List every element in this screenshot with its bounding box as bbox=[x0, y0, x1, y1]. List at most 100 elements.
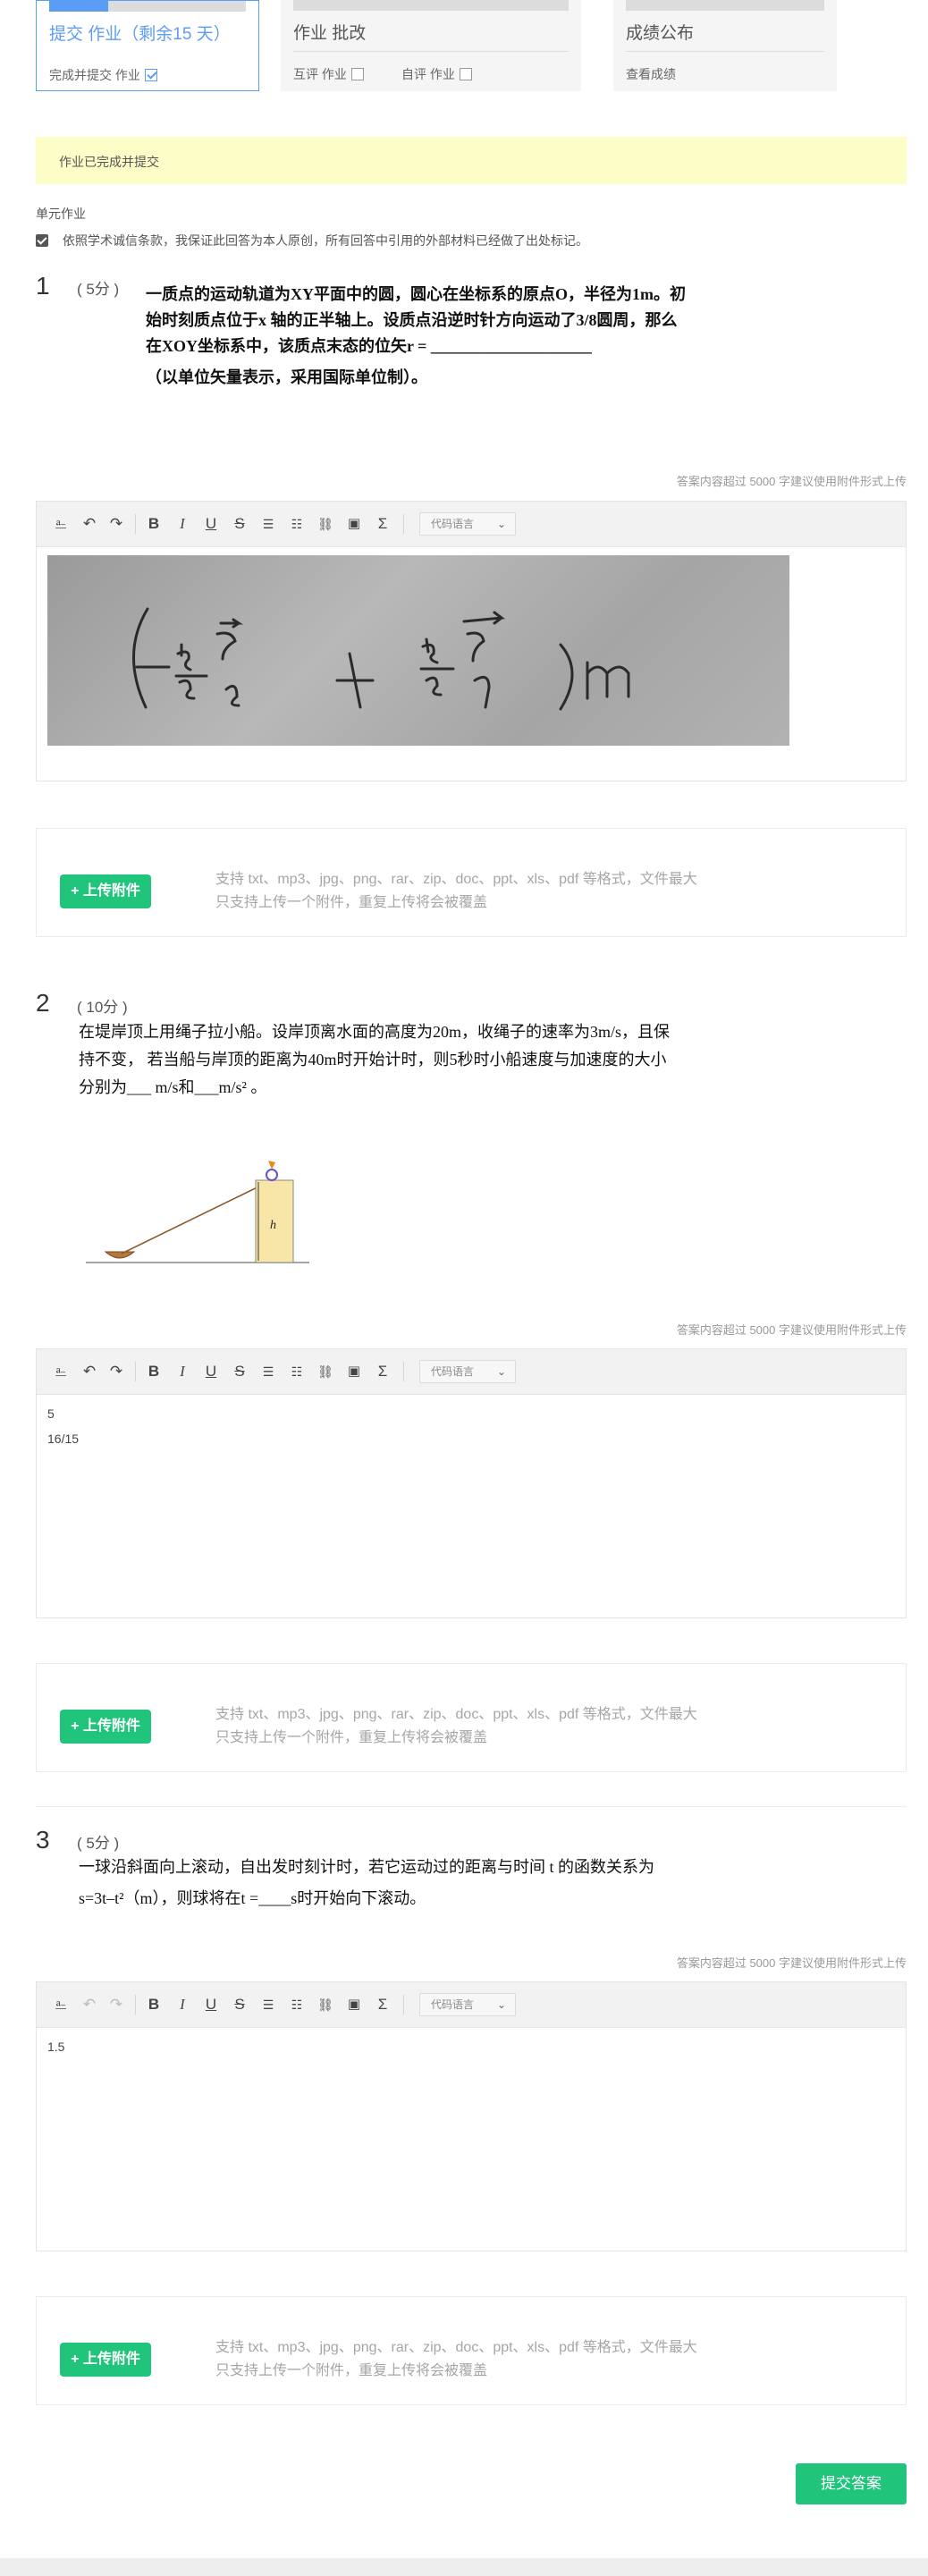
length-hint: 答案内容超过 5000 字建议使用附件形式上传 bbox=[676, 1956, 907, 1970]
question-number: 3 bbox=[36, 1826, 50, 1854]
toolbar-divider bbox=[135, 1995, 136, 2014]
editor-toolbar: ⎁ ↶ ↷ B I U S ☰ ☷ ⛓ ▣ Σ 代码语言 ⌄ bbox=[37, 502, 906, 547]
answer-editor[interactable]: ⎁ ↶ ↷ B I U S ☰ ☷ ⛓ ▣ Σ 代码语言 ⌄ bbox=[36, 501, 907, 781]
step-grade-card: 作业 批改 互评 作业 自评 作业 bbox=[281, 0, 581, 91]
link-icon[interactable]: ⛓ bbox=[316, 1995, 335, 2014]
submit-done-checkbox[interactable] bbox=[144, 69, 157, 81]
step-publish-bar bbox=[626, 0, 824, 11]
format-brush-icon[interactable]: ⎁ bbox=[51, 1362, 71, 1381]
question-line: 持不变， 若当船与岸顶的距离为40m时开始计时，则5秒时小船速度与加速度的大小 bbox=[79, 1051, 667, 1068]
toolbar-divider bbox=[403, 1995, 404, 2014]
redo-icon[interactable]: ↷ bbox=[106, 1362, 126, 1381]
formula-icon[interactable]: Σ bbox=[373, 1995, 392, 2014]
step-publish-title: 成绩公布 bbox=[626, 24, 695, 43]
underline-icon[interactable]: U bbox=[201, 1362, 221, 1381]
view-grades-link[interactable]: 查看成绩 bbox=[626, 65, 676, 83]
upload-attachment-button[interactable]: + 上传附件 bbox=[60, 874, 151, 908]
upload-info: 支持 txt、mp3、jpg、png、rar、zip、doc、ppt、xls、p… bbox=[215, 1703, 697, 1750]
boat-diagram-svg: h bbox=[86, 1161, 309, 1263]
step-divider bbox=[293, 51, 569, 52]
image-icon[interactable]: ▣ bbox=[344, 514, 364, 534]
question-score: ( 5分 ) bbox=[77, 1835, 120, 1852]
toolbar-divider bbox=[403, 514, 404, 534]
format-brush-icon[interactable]: ⎁ bbox=[51, 514, 71, 534]
italic-icon[interactable]: I bbox=[173, 1362, 192, 1381]
question-line: 一球沿斜面向上滚动，自出发时刻计时，若它运动过的距离与时间 t 的函数关系为 bbox=[79, 1858, 654, 1876]
question-score: ( 5分 ) bbox=[77, 281, 120, 298]
formula-icon[interactable]: Σ bbox=[373, 514, 392, 534]
link-icon[interactable]: ⛓ bbox=[316, 514, 335, 534]
underline-icon[interactable]: U bbox=[201, 514, 221, 534]
question-line: 始时刻质点位于x 轴的正半轴上。设质点沿逆时针方向运动了3/8圆周，那么 bbox=[146, 311, 678, 329]
svg-text:h: h bbox=[270, 1219, 276, 1232]
ordered-list-icon[interactable]: ☰ bbox=[258, 1995, 278, 2014]
chevron-down-icon: ⌄ bbox=[496, 1998, 506, 2011]
self-review-label: 自评 作业 bbox=[401, 67, 455, 81]
link-icon[interactable]: ⛓ bbox=[316, 1362, 335, 1381]
section-divider bbox=[36, 1806, 907, 1807]
question-line: 在堤岸顶上用绳子拉小船。设岸顶离水面的高度为20m，收绳子的速率为3m/s，且保 bbox=[79, 1023, 671, 1041]
ordered-list-icon[interactable]: ☰ bbox=[258, 514, 278, 534]
editor-toolbar: ⎁ ↶ ↷ B I U S ☰ ☷ ⛓ ▣ Σ 代码语言 ⌄ bbox=[37, 1982, 906, 2028]
underline-icon[interactable]: U bbox=[201, 1995, 221, 2014]
undo-icon[interactable]: ↶ bbox=[80, 1362, 99, 1381]
upload-info: 支持 txt、mp3、jpg、png、rar、zip、doc、ppt、xls、p… bbox=[215, 2336, 697, 2383]
code-language-select[interactable]: 代码语言 ⌄ bbox=[419, 1993, 516, 2016]
integrity-checkbox[interactable] bbox=[36, 234, 48, 247]
section-label: 单元作业 bbox=[36, 207, 86, 221]
self-review-checkbox[interactable] bbox=[459, 68, 472, 80]
toolbar-divider bbox=[135, 514, 136, 534]
upload-attachment-button[interactable]: + 上传附件 bbox=[60, 1710, 151, 1744]
step-progress-fill bbox=[49, 1, 108, 12]
peer-review-label: 互评 作业 bbox=[293, 67, 347, 81]
question-line: 在XOY坐标系中，该质点末态的位矢r = ___________________… bbox=[146, 337, 592, 355]
question-text: 一球沿斜面向上滚动，自出发时刻计时，若它运动过的距离与时间 t 的函数关系为 s… bbox=[79, 1854, 654, 1913]
step-submit-title: 提交 作业（剩余15 天） bbox=[49, 25, 231, 44]
unordered-list-icon[interactable]: ☷ bbox=[287, 1995, 307, 2014]
step-submit-label: 完成并提交 作业 bbox=[49, 68, 140, 82]
undo-icon[interactable]: ↶ bbox=[80, 514, 99, 534]
peer-review-checkbox[interactable] bbox=[350, 68, 364, 80]
image-icon[interactable]: ▣ bbox=[344, 1995, 364, 2014]
peer-review-option[interactable]: 互评 作业 bbox=[293, 65, 364, 83]
italic-icon[interactable]: I bbox=[173, 514, 192, 534]
strikethrough-icon[interactable]: S bbox=[230, 514, 249, 534]
submit-answer-button[interactable]: 提交答案 bbox=[796, 2463, 907, 2504]
strikethrough-icon[interactable]: S bbox=[230, 1362, 249, 1381]
editor-toolbar: ⎁ ↶ ↷ B I U S ☰ ☷ ⛓ ▣ Σ 代码语言 ⌄ bbox=[37, 1349, 906, 1395]
chevron-down-icon: ⌄ bbox=[496, 518, 506, 530]
code-language-select[interactable]: 代码语言 ⌄ bbox=[419, 512, 516, 536]
upload-info-line: 支持 txt、mp3、jpg、png、rar、zip、doc、ppt、xls、p… bbox=[215, 872, 697, 887]
bold-icon[interactable]: B bbox=[144, 1362, 164, 1381]
handwriting-svg bbox=[132, 607, 630, 711]
answer-line: 5 bbox=[47, 1406, 55, 1421]
image-icon[interactable]: ▣ bbox=[344, 1362, 364, 1381]
redo-icon[interactable]: ↷ bbox=[106, 1995, 126, 2014]
answer-line: 1.5 bbox=[47, 2040, 65, 2054]
step-submit-card[interactable]: 提交 作业（剩余15 天） 完成并提交 作业 bbox=[36, 0, 259, 91]
ordered-list-icon[interactable]: ☰ bbox=[258, 1362, 278, 1381]
page-footer bbox=[0, 2558, 928, 2576]
submission-notice: 作业已完成并提交 bbox=[36, 137, 907, 184]
question-line: s=3t–t²（m），则球将在t =____s时开始向下滚动。 bbox=[79, 1889, 426, 1907]
italic-icon[interactable]: I bbox=[173, 1995, 192, 2014]
answer-editor[interactable]: ⎁ ↶ ↷ B I U S ☰ ☷ ⛓ ▣ Σ 代码语言 ⌄ 5 16/15 bbox=[36, 1348, 907, 1618]
upload-attachment-button[interactable]: + 上传附件 bbox=[60, 2343, 151, 2377]
toolbar-divider bbox=[135, 1362, 136, 1381]
self-review-option[interactable]: 自评 作业 bbox=[401, 65, 472, 83]
bold-icon[interactable]: B bbox=[144, 1995, 164, 2014]
unordered-list-icon[interactable]: ☷ bbox=[287, 514, 307, 534]
upload-panel: + 上传附件 支持 txt、mp3、jpg、png、rar、zip、doc、pp… bbox=[36, 828, 907, 937]
strikethrough-icon[interactable]: S bbox=[230, 1995, 249, 2014]
formula-icon[interactable]: Σ bbox=[373, 1362, 392, 1381]
redo-icon[interactable]: ↷ bbox=[106, 514, 126, 534]
toolbar-divider bbox=[403, 1362, 404, 1381]
answer-editor[interactable]: ⎁ ↶ ↷ B I U S ☰ ☷ ⛓ ▣ Σ 代码语言 ⌄ 1.5 bbox=[36, 1981, 907, 2251]
code-language-select[interactable]: 代码语言 ⌄ bbox=[419, 1360, 516, 1383]
unordered-list-icon[interactable]: ☷ bbox=[287, 1362, 307, 1381]
bold-icon[interactable]: B bbox=[144, 514, 164, 534]
format-brush-icon[interactable]: ⎁ bbox=[51, 1995, 71, 2014]
question-number: 1 bbox=[36, 272, 50, 300]
undo-icon[interactable]: ↶ bbox=[80, 1995, 99, 2014]
question-score: ( 10分 ) bbox=[77, 999, 128, 1016]
